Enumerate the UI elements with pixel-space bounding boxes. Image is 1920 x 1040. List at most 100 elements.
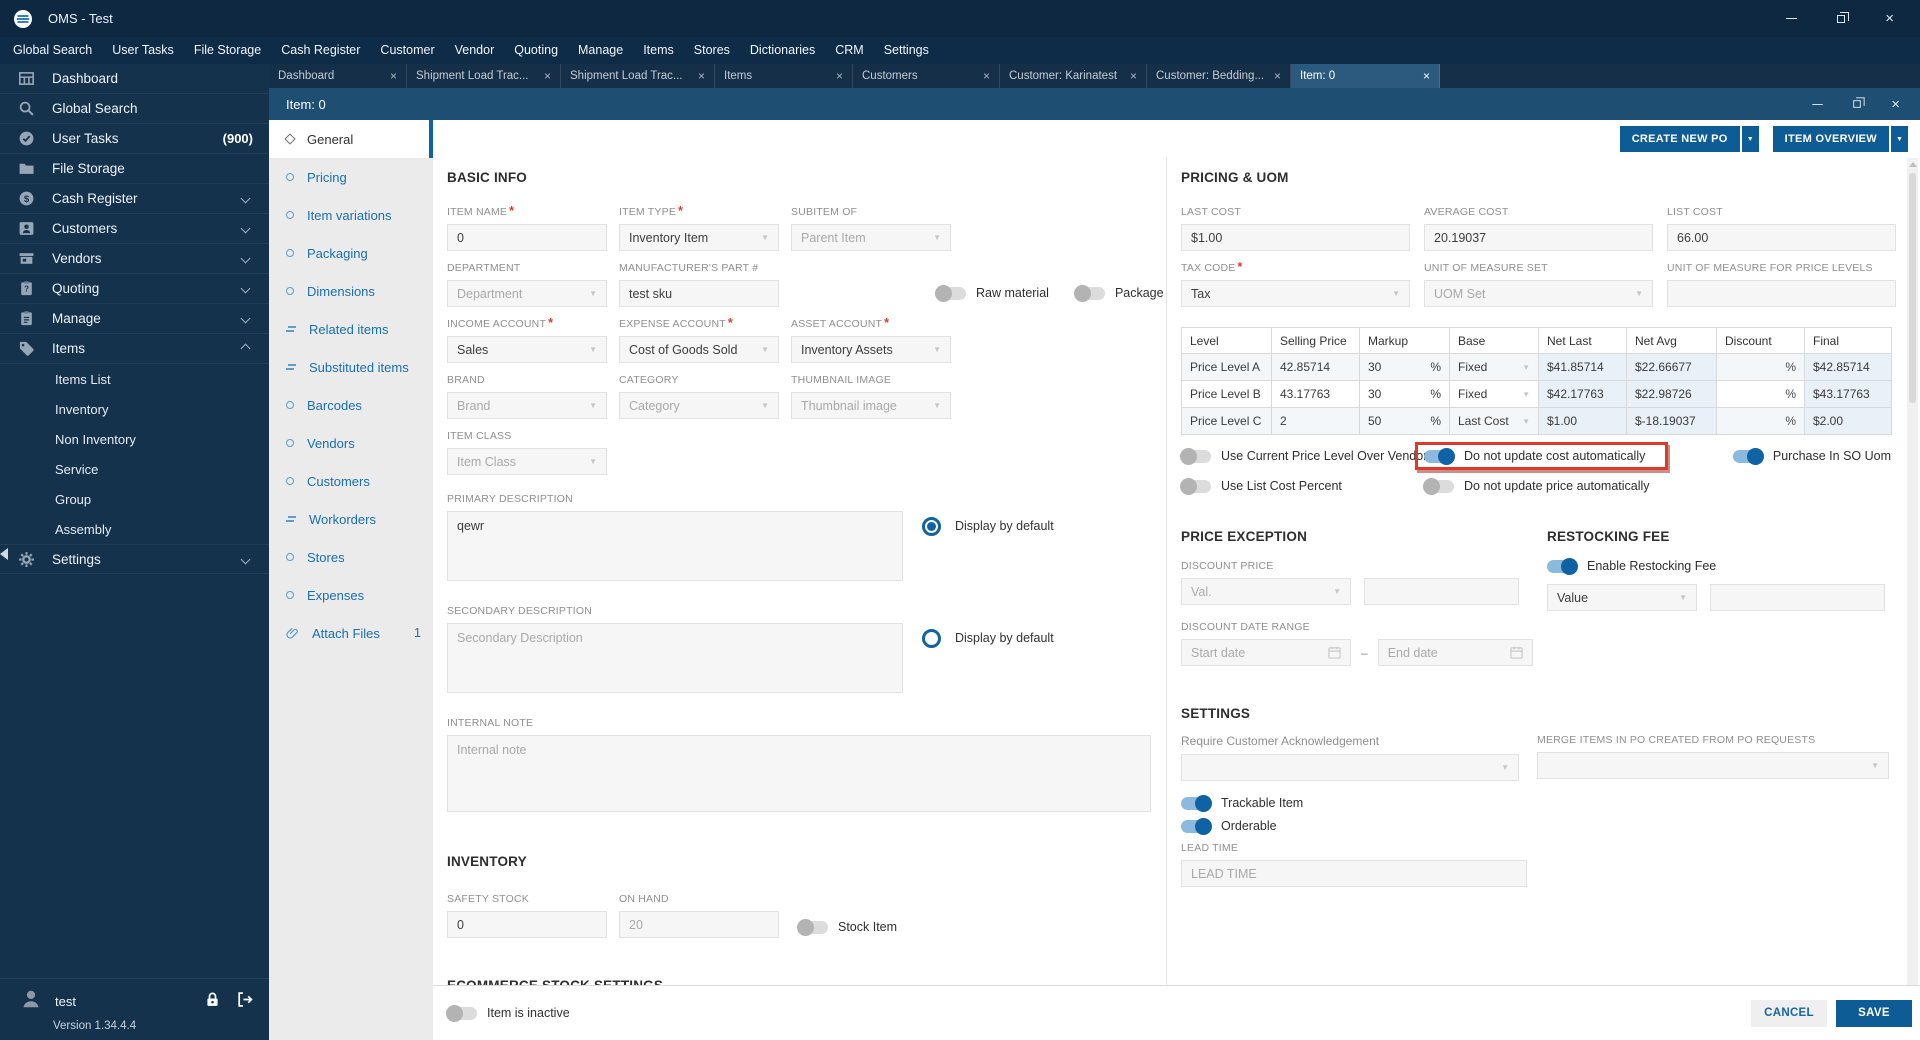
- close-icon[interactable]: ×: [536, 69, 551, 83]
- scrollbar-thumb[interactable]: [1909, 173, 1916, 403]
- tab-items[interactable]: Items ×: [715, 64, 853, 88]
- restore-icon[interactable]: [1837, 11, 1850, 23]
- nav-related-items[interactable]: Related items: [269, 310, 433, 348]
- restocking-fee-type-select[interactable]: Value ▼: [1547, 584, 1697, 611]
- close-icon[interactable]: ×: [382, 69, 397, 83]
- close-icon[interactable]: ×: [690, 69, 705, 83]
- sidebar-subitem-items-list[interactable]: Items List: [0, 364, 269, 394]
- primary-display-default-radio[interactable]: Display by default: [922, 514, 1054, 538]
- discount-cell[interactable]: %: [1716, 380, 1805, 408]
- category-select[interactable]: Category ▼: [619, 392, 779, 419]
- nav-barcodes[interactable]: Barcodes: [269, 386, 433, 424]
- menu-manage[interactable]: Manage: [568, 37, 633, 64]
- menu-stores[interactable]: Stores: [684, 37, 740, 64]
- logout-icon[interactable]: [236, 991, 253, 1013]
- sidebar-item-manage[interactable]: Manage: [0, 304, 269, 334]
- item-class-select[interactable]: Item Class ▼: [447, 448, 607, 475]
- sidebar-item-user-tasks[interactable]: User Tasks (900): [0, 124, 269, 154]
- use-current-price-level-toggle[interactable]: Use Current Price Level Over Vendor: [1180, 447, 1427, 465]
- tab-item-0[interactable]: Item: 0 ×: [1291, 64, 1440, 88]
- menu-settings[interactable]: Settings: [874, 37, 939, 64]
- base-select-cell[interactable]: Last Cost ▼: [1449, 407, 1539, 435]
- orderable-toggle[interactable]: Orderable: [1181, 817, 1920, 835]
- markup-cell[interactable]: 30%: [1359, 353, 1450, 381]
- tab-dashboard[interactable]: Dashboard ×: [269, 64, 407, 88]
- menu-cash-register[interactable]: Cash Register: [271, 37, 370, 64]
- nav-stores[interactable]: Stores: [269, 538, 433, 576]
- tab-customer-bedding[interactable]: Customer: Bedding... ×: [1147, 64, 1291, 88]
- sidebar-item-settings[interactable]: Settings: [0, 544, 269, 574]
- item-overview-dropdown-arrow-icon[interactable]: ▼: [1891, 126, 1908, 152]
- nav-dimensions[interactable]: Dimensions: [269, 272, 433, 310]
- create-new-po-button[interactable]: CREATE NEW PO: [1619, 126, 1740, 152]
- markup-cell[interactable]: 30%: [1359, 380, 1450, 408]
- tab-customers[interactable]: Customers ×: [853, 64, 1000, 88]
- uom-price-levels-input[interactable]: [1667, 280, 1896, 307]
- close-icon[interactable]: ×: [1122, 69, 1137, 83]
- sidebar-collapse-handle[interactable]: [0, 542, 13, 566]
- close-icon[interactable]: ×: [828, 69, 843, 83]
- purchase-in-so-uom-toggle[interactable]: Purchase In SO Uom: [1732, 447, 1891, 465]
- sidebar-item-quoting[interactable]: ? Quoting: [0, 274, 269, 304]
- sidebar-subitem-assembly[interactable]: Assembly: [0, 514, 269, 544]
- scroll-up-arrow-icon[interactable]: [1908, 162, 1917, 167]
- secondary-display-default-radio[interactable]: Display by default: [922, 626, 1054, 650]
- cancel-button[interactable]: CANCEL: [1751, 999, 1827, 1027]
- income-account-select[interactable]: Sales ▼: [447, 336, 607, 363]
- package-toggle[interactable]: Package: [1073, 284, 1164, 302]
- menu-file-storage[interactable]: File Storage: [184, 37, 271, 64]
- stock-item-toggle[interactable]: Stock Item: [797, 916, 897, 938]
- brand-select[interactable]: Brand ▼: [447, 392, 607, 419]
- manufacturer-part-input[interactable]: test sku: [619, 280, 779, 307]
- average-cost-input[interactable]: 20.19037: [1424, 224, 1653, 251]
- nav-pricing[interactable]: Pricing: [269, 158, 433, 196]
- discount-price-value-input[interactable]: [1364, 578, 1519, 605]
- enable-restocking-fee-toggle[interactable]: Enable Restocking Fee: [1547, 557, 1891, 575]
- restore-icon[interactable]: [1853, 97, 1865, 108]
- sidebar-subitem-service[interactable]: Service: [0, 454, 269, 484]
- raw-material-toggle[interactable]: Raw material: [935, 284, 1049, 302]
- menu-vendor[interactable]: Vendor: [445, 37, 505, 64]
- sidebar-item-global-search[interactable]: Global Search: [0, 94, 269, 124]
- primary-description-textarea[interactable]: qewr: [447, 511, 903, 581]
- sidebar-item-customers[interactable]: Customers: [0, 214, 269, 244]
- secondary-description-textarea[interactable]: Secondary Description: [447, 623, 903, 693]
- tab-customer-karinatest[interactable]: Customer: Karinatest ×: [1000, 64, 1147, 88]
- sidebar-subitem-group[interactable]: Group: [0, 484, 269, 514]
- close-icon[interactable]: ×: [1891, 97, 1900, 112]
- tax-code-select[interactable]: Tax ▼: [1181, 280, 1410, 307]
- do-not-update-cost-toggle[interactable]: Do not update cost automatically: [1424, 447, 1645, 465]
- selling-price-cell[interactable]: 43.17763: [1271, 380, 1360, 408]
- nav-packaging[interactable]: Packaging: [269, 234, 433, 272]
- item-is-inactive-toggle[interactable]: Item is inactive: [446, 1004, 570, 1022]
- discount-cell[interactable]: %: [1716, 353, 1805, 381]
- close-icon[interactable]: ×: [975, 69, 990, 83]
- nav-general[interactable]: General: [269, 120, 433, 158]
- minimize-icon[interactable]: [1786, 18, 1798, 19]
- menu-items[interactable]: Items: [633, 37, 684, 64]
- item-name-input[interactable]: 0: [447, 224, 607, 251]
- minimize-icon[interactable]: [1812, 103, 1823, 105]
- sidebar-item-file-storage[interactable]: File Storage: [0, 154, 269, 184]
- trackable-item-toggle[interactable]: Trackable Item: [1181, 794, 1920, 812]
- save-button[interactable]: SAVE: [1836, 999, 1912, 1027]
- sidebar-subitem-inventory[interactable]: Inventory: [0, 394, 269, 424]
- base-select-cell[interactable]: Fixed ▼: [1449, 353, 1539, 381]
- selling-price-cell[interactable]: 42.85714: [1271, 353, 1360, 381]
- lead-time-input[interactable]: LEAD TIME: [1181, 860, 1527, 887]
- menu-global-search[interactable]: Global Search: [3, 37, 102, 64]
- menu-crm[interactable]: CRM: [825, 37, 873, 64]
- asset-account-select[interactable]: Inventory Assets ▼: [791, 336, 951, 363]
- nav-expenses[interactable]: Expenses: [269, 576, 433, 614]
- sidebar-item-dashboard[interactable]: Dashboard: [0, 64, 269, 94]
- last-cost-input[interactable]: $1.00: [1181, 224, 1410, 251]
- nav-attach-files[interactable]: Attach Files 1: [269, 614, 433, 652]
- nav-substituted-items[interactable]: Substituted items: [269, 348, 433, 386]
- restocking-fee-value-input[interactable]: [1710, 584, 1885, 611]
- item-type-select[interactable]: Inventory Item ▼: [619, 224, 779, 251]
- list-cost-input[interactable]: 66.00: [1667, 224, 1896, 251]
- base-select-cell[interactable]: Fixed ▼: [1449, 380, 1539, 408]
- thumbnail-image-select[interactable]: Thumbnail image ▼: [791, 392, 951, 419]
- create-new-po-dropdown-arrow-icon[interactable]: ▼: [1741, 126, 1759, 152]
- discount-cell[interactable]: %: [1716, 407, 1805, 435]
